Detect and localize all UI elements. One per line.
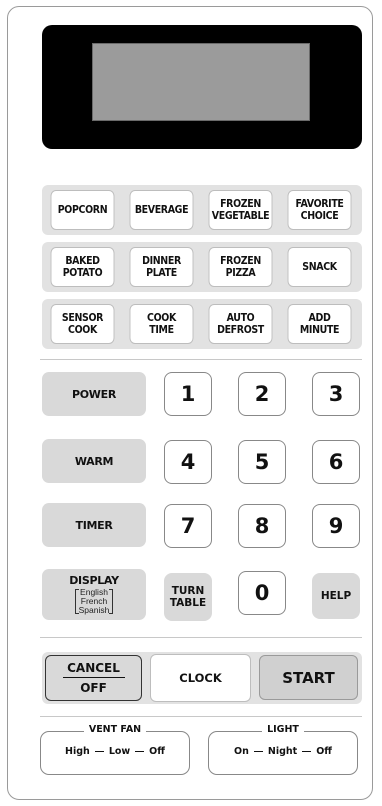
dinner-plate-button[interactable]: DINNER PLATE	[129, 247, 194, 287]
number-key-2[interactable]: 2	[238, 372, 286, 416]
vent-fan-off[interactable]: Off	[149, 746, 165, 757]
vent-fan-rocker[interactable]: VENT FAN High Low Off	[40, 724, 190, 775]
sensor-cook-button[interactable]: SENSOR COOK	[50, 304, 115, 344]
cancel-off-button[interactable]: CANCEL OFF	[45, 655, 142, 701]
power-button[interactable]: POWER	[42, 372, 146, 416]
snack-button[interactable]: SNACK	[287, 247, 352, 287]
favorite-choice-button[interactable]: FAVORITE CHOICE	[287, 190, 352, 230]
auto-defrost-button[interactable]: AUTO DEFROST	[208, 304, 273, 344]
number-key-3[interactable]: 3	[312, 372, 360, 416]
divider	[40, 716, 362, 717]
dash	[94, 750, 104, 753]
sensor-row-1: POPCORN BEVERAGE FROZEN VEGETABLE FAVORI…	[42, 185, 362, 235]
number-key-9[interactable]: 9	[312, 504, 360, 548]
dash	[135, 750, 145, 753]
timer-button[interactable]: TIMER	[42, 503, 146, 547]
sensor-row-3: SENSOR COOK COOK TIME AUTO DEFROST ADD M…	[42, 299, 362, 349]
popcorn-button[interactable]: POPCORN	[50, 190, 115, 230]
number-key-7[interactable]: 7	[164, 504, 212, 548]
warm-button[interactable]: WARM	[42, 439, 146, 483]
light-on[interactable]: On	[234, 746, 249, 757]
lcd-display	[92, 43, 310, 121]
number-key-1[interactable]: 1	[164, 372, 212, 416]
light-night[interactable]: Night	[268, 746, 297, 757]
cook-time-button[interactable]: COOK TIME	[129, 304, 194, 344]
cancel-label: CANCEL	[62, 661, 125, 678]
divider	[40, 637, 362, 638]
help-button[interactable]: HELP	[312, 573, 360, 619]
sensor-row-2: BAKED POTATO DINNER PLATE FROZEN PIZZA S…	[42, 242, 362, 292]
number-key-5[interactable]: 5	[238, 440, 286, 484]
vent-fan-title: VENT FAN	[41, 724, 189, 735]
frozen-vegetable-button[interactable]: FROZEN VEGETABLE	[208, 190, 273, 230]
language-spanish: Spanish	[78, 605, 110, 615]
add-minute-button[interactable]: ADD MINUTE	[287, 304, 352, 344]
light-off[interactable]: Off	[316, 746, 332, 757]
display-label: DISPLAY	[69, 574, 119, 587]
number-key-0[interactable]: 0	[238, 571, 286, 615]
language-list: English French Spanish	[74, 588, 114, 615]
number-key-4[interactable]: 4	[164, 440, 212, 484]
light-rocker[interactable]: LIGHT On Night Off	[208, 724, 358, 775]
number-key-6[interactable]: 6	[312, 440, 360, 484]
turn-table-button[interactable]: TURN TABLE	[164, 573, 212, 621]
display-button[interactable]: DISPLAY English French Spanish	[42, 569, 146, 620]
clock-button[interactable]: CLOCK	[150, 654, 251, 702]
start-button[interactable]: START	[259, 655, 358, 700]
light-title: LIGHT	[209, 724, 357, 735]
dash	[302, 750, 312, 753]
vent-fan-low[interactable]: Low	[109, 746, 130, 757]
light-options: On Night Off	[209, 746, 357, 757]
vent-fan-high[interactable]: High	[65, 746, 90, 757]
off-label: OFF	[80, 681, 107, 695]
dash	[253, 750, 263, 753]
divider	[40, 359, 362, 360]
frozen-pizza-button[interactable]: FROZEN PIZZA	[208, 247, 273, 287]
beverage-button[interactable]: BEVERAGE	[129, 190, 194, 230]
baked-potato-button[interactable]: BAKED POTATO	[50, 247, 115, 287]
vent-fan-options: High Low Off	[41, 746, 189, 757]
number-key-8[interactable]: 8	[238, 504, 286, 548]
